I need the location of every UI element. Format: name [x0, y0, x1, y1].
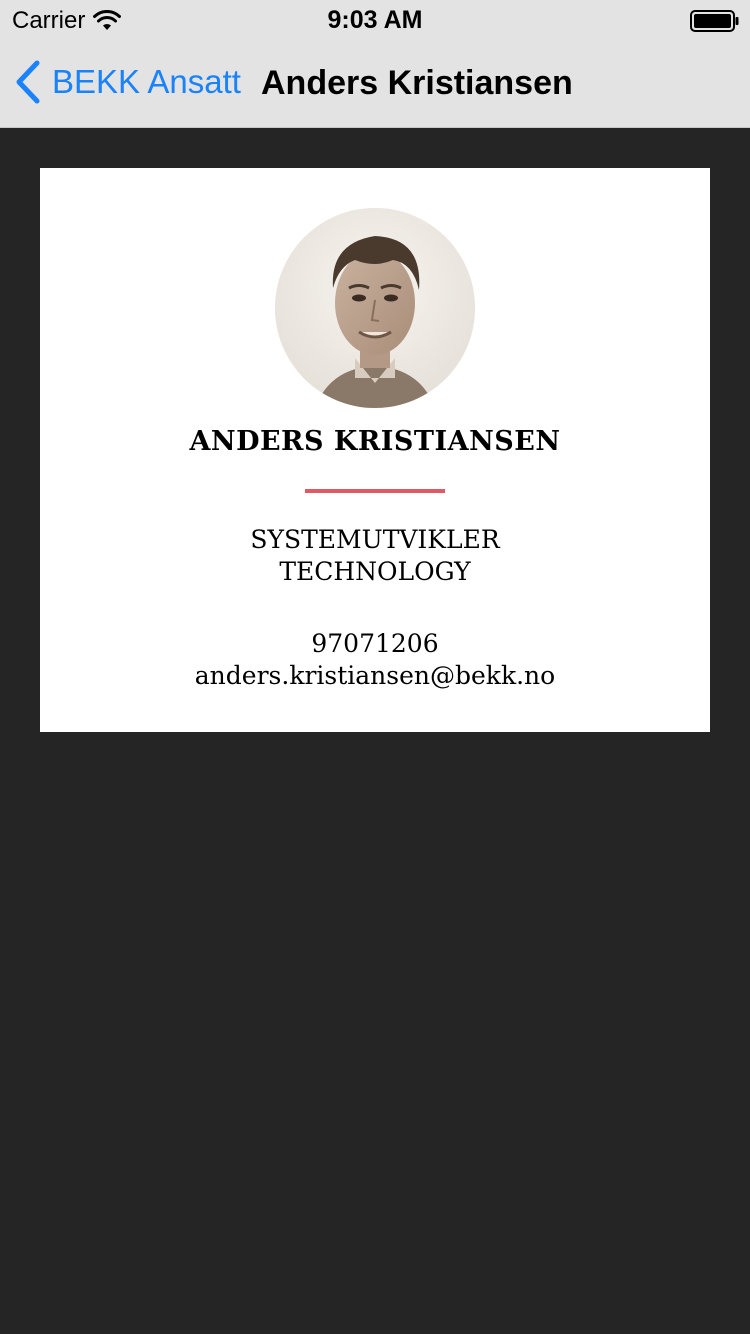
status-time: 9:03 AM: [327, 6, 423, 34]
employee-card: ANDERS KRISTIANSEN SYSTEMUTVIKLER TECHNO…: [40, 168, 710, 732]
avatar-photo: [275, 208, 475, 408]
navigation-bar: BEKK Ansatt Anders Kristiansen: [0, 40, 750, 128]
job-title: SYSTEMUTVIKLER: [250, 525, 500, 554]
page-title: Anders Kristiansen: [261, 64, 573, 102]
status-bar: Carrier 9:03 AM: [0, 0, 750, 40]
back-button-label: BEKK Ansatt: [52, 63, 241, 100]
employee-name: ANDERS KRISTIANSEN: [189, 426, 561, 457]
department: TECHNOLOGY: [279, 557, 471, 586]
role-block: SYSTEMUTVIKLER TECHNOLOGY: [40, 524, 710, 588]
back-button[interactable]: BEKK Ansatt: [14, 60, 241, 104]
accent-divider: [305, 489, 445, 493]
chevron-left-icon: [16, 60, 40, 104]
top-bar: Carrier 9:03 AM BEKK Ansatt Anders Krist…: [0, 0, 750, 128]
avatar: [275, 208, 475, 408]
email-address[interactable]: anders.kristiansen@bekk.no: [40, 660, 710, 692]
battery-full-icon: [690, 10, 739, 32]
phone-number[interactable]: 97071206: [40, 628, 710, 660]
contact-block: 97071206 anders.kristiansen@bekk.no: [40, 628, 710, 692]
